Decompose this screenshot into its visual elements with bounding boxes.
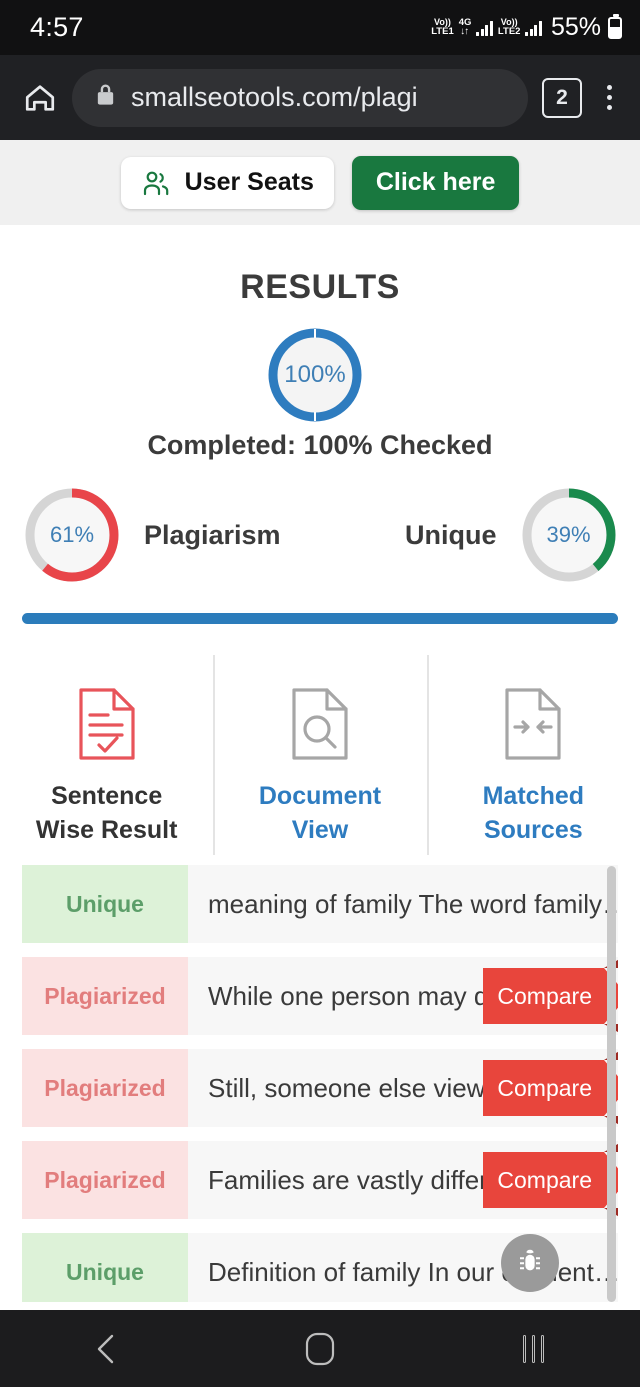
result-view-tabs: Sentence Wise Result Document View Match… <box>0 655 640 855</box>
click-here-button[interactable]: Click here <box>351 155 520 210</box>
unique-value: 39% <box>546 522 591 547</box>
tab-document-view[interactable]: Document View <box>213 655 426 855</box>
table-row[interactable]: Unique meaning of family The word family… <box>22 865 618 943</box>
status-badge: Unique <box>22 865 188 943</box>
status-badge: Plagiarized <box>22 1141 188 1219</box>
kebab-menu-icon[interactable] <box>592 85 626 110</box>
sim2-net-label: LTE2 <box>497 26 521 38</box>
home-square-icon[interactable] <box>260 1310 380 1387</box>
tab-document-view-label: Document View <box>258 782 382 844</box>
plagiarism-label: Plagiarism <box>144 519 281 550</box>
battery-percent-label: 55% <box>550 13 601 41</box>
bug-report-button[interactable] <box>501 1234 559 1292</box>
lock-icon <box>94 82 117 113</box>
document-search-icon <box>290 687 350 766</box>
status-badge: Unique <box>22 1233 188 1302</box>
table-row[interactable]: Plagiarized While one person may define … <box>22 954 618 1038</box>
sim2-volte-icon: Vo)) LTE2 <box>498 18 521 37</box>
android-navigation-bar <box>0 1310 640 1387</box>
tab-matched-sources-label: Matched Sources <box>482 782 585 844</box>
document-arrows-icon <box>503 687 563 766</box>
tab-count-button[interactable]: 2 <box>542 77 582 118</box>
sim1-net-label: LTE1 <box>431 26 454 38</box>
list-scrollbar[interactable] <box>607 866 616 1302</box>
compare-button-label: Compare <box>483 968 604 1024</box>
url-text: smallseotools.com/plagi <box>131 82 418 112</box>
tab-matched-sources[interactable]: Matched Sources <box>426 655 640 855</box>
status-bar: 4:57 Vo)) LTE1 4G ↓↑ Vo)) LTE2 55% <box>0 0 640 55</box>
back-chevron-icon[interactable] <box>47 1310 167 1387</box>
section-divider-bar <box>22 613 618 624</box>
tab-sentence-wise-result-label: Sentence Wise Result <box>35 782 178 844</box>
overall-progress-donut: 100% <box>265 325 365 425</box>
unique-donut: 39% <box>519 485 619 585</box>
status-clock: 4:57 <box>30 12 84 42</box>
table-row[interactable]: Plagiarized Still, someone else views th… <box>22 1046 618 1130</box>
sentence-text: meaning of family The word family… <box>208 888 618 919</box>
promo-banner: User Seats Click here <box>0 140 640 225</box>
compare-button[interactable]: Compare <box>483 954 618 1038</box>
phone-screen: 4:57 Vo)) LTE1 4G ↓↑ Vo)) LTE2 55% small… <box>0 0 640 1387</box>
users-icon <box>141 169 171 197</box>
compare-button[interactable]: Compare <box>483 1138 618 1222</box>
data-transfer-icon: ↓↑ <box>460 26 469 38</box>
table-row[interactable]: Plagiarized Families are vastly differen… <box>22 1138 618 1222</box>
browser-toolbar: smallseotools.com/plagi 2 <box>0 55 640 140</box>
network-type-group: 4G ↓↑ <box>459 18 472 38</box>
address-bar[interactable]: smallseotools.com/plagi <box>72 68 528 127</box>
unique-metric: Unique 39% <box>405 485 619 585</box>
compare-button[interactable]: Compare <box>483 1046 618 1130</box>
compare-button-label: Compare <box>483 1060 604 1116</box>
unique-label: Unique <box>405 519 497 550</box>
battery-icon <box>608 13 622 39</box>
document-check-icon <box>77 687 137 766</box>
recents-bars-icon[interactable] <box>473 1310 593 1387</box>
status-badge: Plagiarized <box>22 957 188 1035</box>
user-seats-label: User Seats <box>184 168 314 196</box>
signal-bars-sim1-icon <box>476 20 493 36</box>
signal-bars-sim2-icon <box>525 20 542 36</box>
status-badge: Plagiarized <box>22 1049 188 1127</box>
page-title: RESULTS <box>240 268 400 306</box>
home-icon[interactable] <box>14 72 66 124</box>
plagiarism-metric: 61% Plagiarism <box>22 485 281 585</box>
sim1-volte-icon: Vo)) LTE1 <box>431 18 454 37</box>
status-indicators: Vo)) LTE1 4G ↓↑ Vo)) LTE2 55% <box>431 13 622 42</box>
plagiarism-donut: 61% <box>22 485 122 585</box>
bug-icon <box>515 1246 545 1281</box>
completed-status-text: Completed: 100% Checked <box>147 430 493 460</box>
plagiarism-value: 61% <box>49 522 95 547</box>
compare-button-label: Compare <box>483 1152 604 1208</box>
user-seats-chip[interactable]: User Seats <box>120 156 334 209</box>
overall-progress-value: 100% <box>284 361 346 388</box>
tab-sentence-wise-result[interactable]: Sentence Wise Result <box>0 655 213 855</box>
